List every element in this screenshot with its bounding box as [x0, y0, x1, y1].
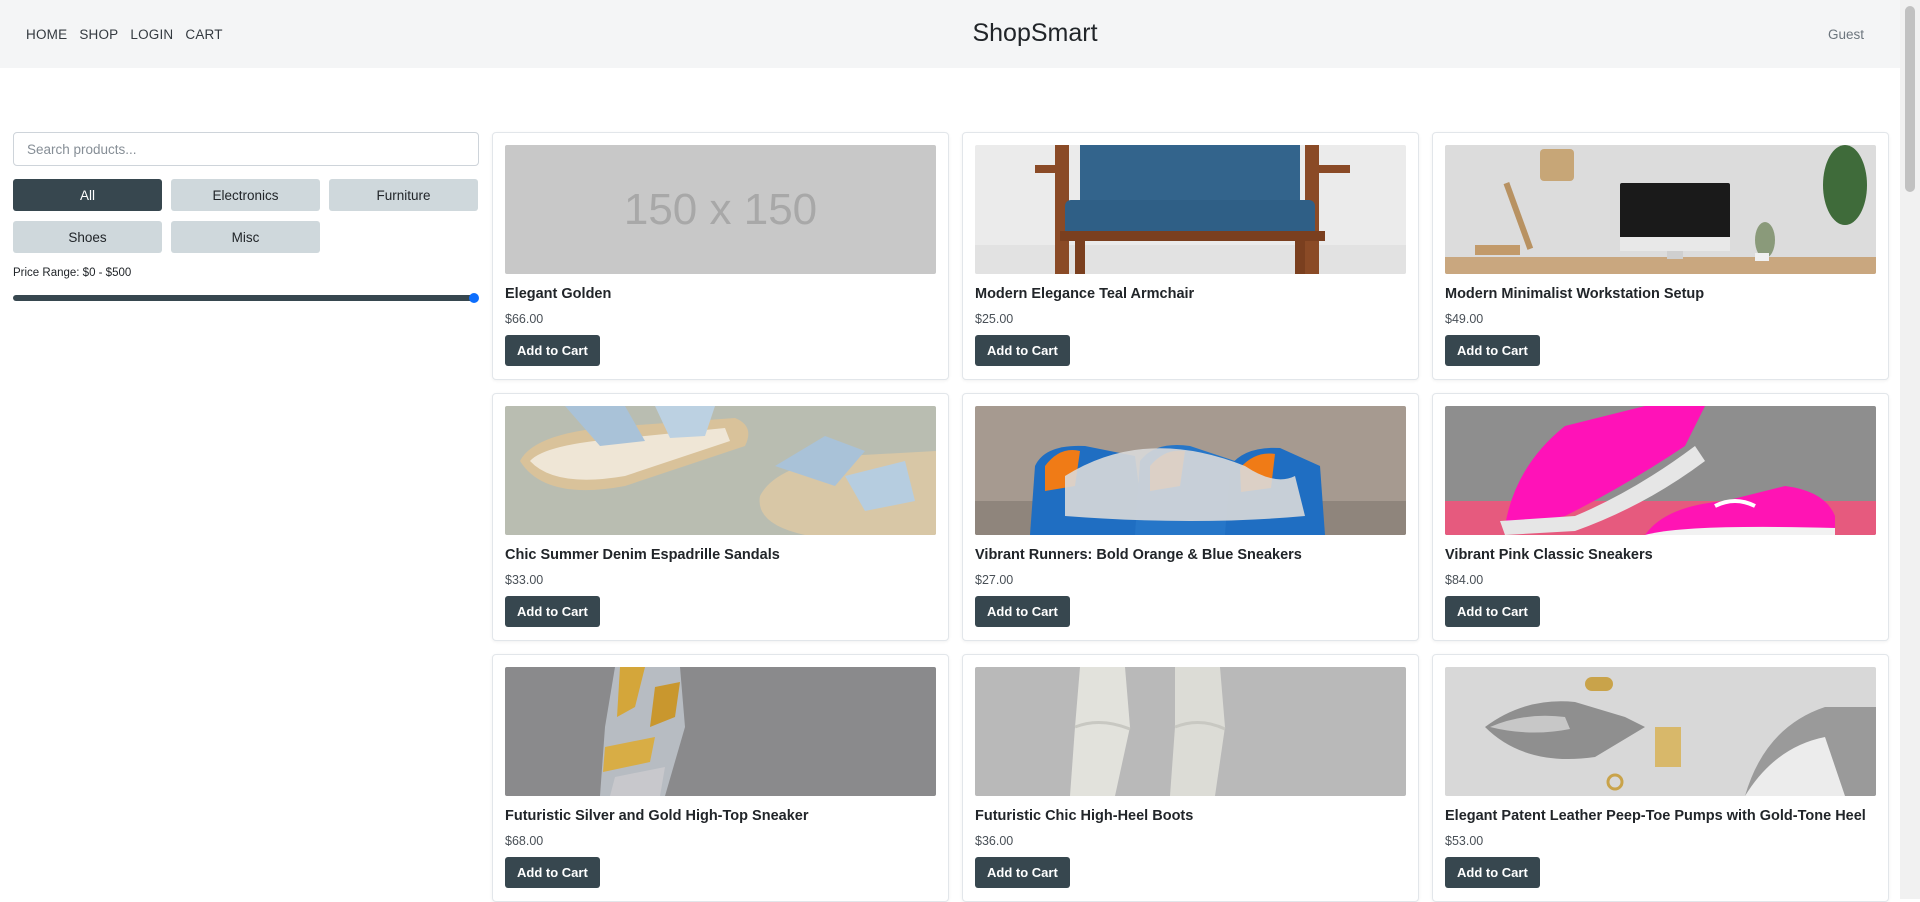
user-name[interactable]: Guest — [1828, 0, 1864, 68]
main-nav: HOME SHOP LOGIN CART — [26, 0, 223, 68]
product-name[interactable]: Modern Minimalist Workstation Setup — [1445, 286, 1876, 302]
product-image-sandals[interactable] — [505, 406, 936, 535]
product-image-orange-blue-sneakers[interactable] — [975, 406, 1406, 535]
add-to-cart-button[interactable]: Add to Cart — [505, 857, 600, 888]
product-price: $68.00 — [505, 834, 544, 848]
nav-cart-link[interactable]: CART — [185, 27, 222, 42]
category-furniture-button[interactable]: Furniture — [329, 179, 478, 211]
product-grid: 150 x 150 Elegant Golden $66.00 Add to C… — [492, 132, 1890, 902]
product-name[interactable]: Futuristic Chic High-Heel Boots — [975, 808, 1406, 824]
category-electronics-button[interactable]: Electronics — [171, 179, 320, 211]
add-to-cart-button[interactable]: Add to Cart — [1445, 335, 1540, 366]
filter-sidebar: All Electronics Furniture Shoes Misc Pri… — [13, 132, 479, 304]
product-price: $66.00 — [505, 312, 544, 326]
brand-wrapper: ShopSmart — [0, 19, 1920, 48]
category-misc-button[interactable]: Misc — [171, 221, 320, 253]
price-range-label: Price Range: $0 - $500 — [13, 267, 132, 279]
product-price: $53.00 — [1445, 834, 1484, 848]
product-image-armchair[interactable] — [975, 145, 1406, 274]
product-name[interactable]: Chic Summer Denim Espadrille Sandals — [505, 547, 936, 563]
product-price: $84.00 — [1445, 573, 1484, 587]
nav-login-link[interactable]: LOGIN — [130, 27, 173, 42]
product-name[interactable]: Vibrant Runners: Bold Orange & Blue Snea… — [975, 547, 1406, 563]
price-range-slider[interactable] — [13, 292, 479, 304]
product-price: $25.00 — [975, 312, 1014, 326]
product-price: $33.00 — [505, 573, 544, 587]
product-name[interactable]: Elegant Patent Leather Peep-Toe Pumps wi… — [1445, 808, 1876, 824]
category-all-button[interactable]: All — [13, 179, 162, 211]
product-price: $27.00 — [975, 573, 1014, 587]
add-to-cart-button[interactable]: Add to Cart — [975, 596, 1070, 627]
add-to-cart-button[interactable]: Add to Cart — [505, 335, 600, 366]
product-name[interactable]: Elegant Golden — [505, 286, 936, 302]
product-image-workstation[interactable] — [1445, 145, 1876, 274]
product-name[interactable]: Vibrant Pink Classic Sneakers — [1445, 547, 1876, 563]
product-price: $49.00 — [1445, 312, 1484, 326]
product-image-silver-gold-sneaker[interactable] — [505, 667, 936, 796]
search-input[interactable] — [13, 132, 479, 166]
product-card: Vibrant Runners: Bold Orange & Blue Snea… — [962, 393, 1419, 641]
product-card: 150 x 150 Elegant Golden $66.00 Add to C… — [492, 132, 949, 380]
slider-handle[interactable] — [469, 293, 479, 303]
brand-logo-text[interactable]: ShopSmart — [972, 19, 1097, 47]
product-card: Modern Minimalist Workstation Setup $49.… — [1432, 132, 1889, 380]
product-card: Chic Summer Denim Espadrille Sandals $33… — [492, 393, 949, 641]
product-price: $36.00 — [975, 834, 1014, 848]
add-to-cart-button[interactable]: Add to Cart — [975, 857, 1070, 888]
product-image-pink-sneakers[interactable] — [1445, 406, 1876, 535]
placeholder-text: 150 x 150 — [623, 184, 818, 234]
category-shoes-button[interactable]: Shoes — [13, 221, 162, 253]
product-card: Elegant Patent Leather Peep-Toe Pumps wi… — [1432, 654, 1889, 902]
nav-home-link[interactable]: HOME — [26, 27, 67, 42]
add-to-cart-button[interactable]: Add to Cart — [975, 335, 1070, 366]
product-card: Futuristic Chic High-Heel Boots $36.00 A… — [962, 654, 1419, 902]
slider-track[interactable] — [13, 295, 475, 301]
nav-shop-link[interactable]: SHOP — [79, 27, 118, 42]
product-name[interactable]: Modern Elegance Teal Armchair — [975, 286, 1406, 302]
product-card: Futuristic Silver and Gold High-Top Snea… — [492, 654, 949, 902]
add-to-cart-button[interactable]: Add to Cart — [505, 596, 600, 627]
category-filter-group: All Electronics Furniture Shoes Misc — [13, 179, 479, 253]
product-name[interactable]: Futuristic Silver and Gold High-Top Snea… — [505, 808, 936, 824]
page-scrollbar[interactable] — [1900, 0, 1920, 899]
product-image-white-boots[interactable] — [975, 667, 1406, 796]
add-to-cart-button[interactable]: Add to Cart — [1445, 857, 1540, 888]
product-card: Modern Elegance Teal Armchair $25.00 Add… — [962, 132, 1419, 380]
product-image-placeholder[interactable]: 150 x 150 — [505, 145, 936, 274]
product-image-peep-toe-pumps[interactable] — [1445, 667, 1876, 796]
product-card: Vibrant Pink Classic Sneakers $84.00 Add… — [1432, 393, 1889, 641]
add-to-cart-button[interactable]: Add to Cart — [1445, 596, 1540, 627]
scrollbar-thumb[interactable] — [1905, 6, 1915, 192]
top-navbar: HOME SHOP LOGIN CART ShopSmart Guest — [0, 0, 1900, 68]
